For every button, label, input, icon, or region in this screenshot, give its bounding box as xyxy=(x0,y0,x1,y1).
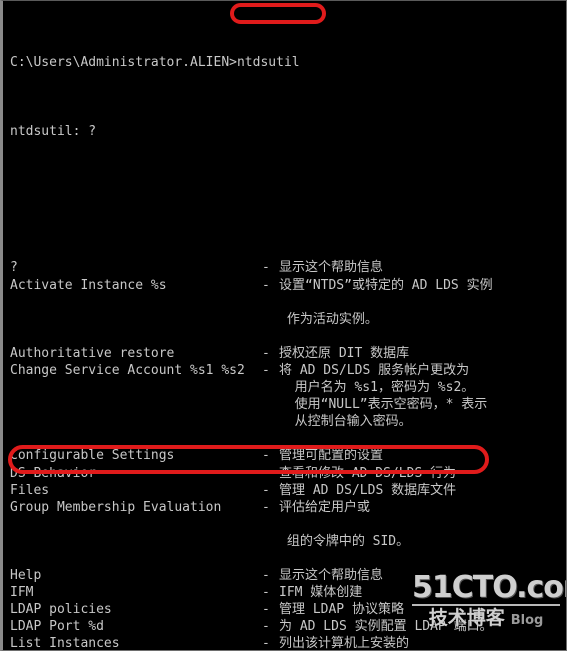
help-command-description: 评估给定用户或 xyxy=(279,499,371,515)
help-row-dash: - xyxy=(262,619,270,635)
help-row: Authoritative restore - 授权还原 DIT 数据库 xyxy=(10,345,566,362)
help-command-name: Configurable Settings xyxy=(10,448,175,464)
help-row: LDAP policies - 管理 LDAP 协议策略 xyxy=(10,601,566,618)
help-command-list: ? - 显示这个帮助信息 Activate Instance %s - 设置“NTDS”或… xyxy=(10,259,566,651)
help-command-description: 从控制台输入密码。 xyxy=(279,414,412,430)
help-command-description: 作为活动实例。 xyxy=(279,311,378,327)
help-command-description: 列出该计算机上安装的 xyxy=(279,636,410,651)
help-row: Group Membership Evaluation - 评估给定用户或 xyxy=(10,499,566,516)
help-row: Change Service Account %s1 %s2 - 将 AD DS/L… xyxy=(10,362,566,379)
help-row-dash: - xyxy=(262,465,270,481)
help-request-line: ntdsutil: ? xyxy=(10,123,97,139)
help-row: 使用“NULL”表示空密码，* 表示 xyxy=(10,396,566,413)
help-row-dash: - xyxy=(262,602,270,618)
help-command-description: 管理 AD DS/LDS 数据库文件 xyxy=(279,482,457,498)
help-row: ? - 显示这个帮助信息 xyxy=(10,259,566,276)
help-command-name: Change Service Account %s1 %s2 xyxy=(10,362,245,378)
prompt-line: C:\Users\Administrator.ALIEN>ntdsutil xyxy=(10,54,566,71)
help-row-dash: - xyxy=(262,345,270,361)
help-command-name: List Instances xyxy=(10,636,120,651)
help-row-dash: - xyxy=(262,585,270,601)
typed-command: ntdsutil xyxy=(236,55,300,71)
help-row-dash: - xyxy=(262,277,270,293)
help-row: List Instances - 列出该计算机上安装的 xyxy=(10,635,566,651)
help-command-name: DS Behavior xyxy=(10,465,97,481)
help-command-name: Authoritative restore xyxy=(10,345,175,361)
help-command-description: IFM 媒体创建 xyxy=(279,585,363,601)
help-row-dash: - xyxy=(262,482,270,498)
help-command-description: 显示这个帮助信息 xyxy=(279,260,384,276)
help-command-name: LDAP Port %d xyxy=(10,619,104,635)
help-row-dash: - xyxy=(262,362,270,378)
help-command-description: 显示这个帮助信息 xyxy=(279,568,384,584)
help-row: Help - 显示这个帮助信息 xyxy=(10,567,566,584)
help-command-name: LDAP policies xyxy=(10,602,112,618)
help-command-description: 管理 LDAP 协议策略 xyxy=(279,602,404,618)
help-row: 组的令牌中的 SID。 xyxy=(10,533,566,550)
console-output-area[interactable]: C:\Users\Administrator.ALIEN>ntdsutil nt… xyxy=(3,1,566,651)
help-row-dash: - xyxy=(262,636,270,651)
help-command-name: Activate Instance %s xyxy=(10,277,167,293)
help-row: 从控制台输入密码。 xyxy=(10,413,566,430)
help-row: 作为活动实例。 xyxy=(10,311,566,328)
help-command-description: 授权还原 DIT 数据库 xyxy=(279,345,410,361)
help-command-description: 组的令牌中的 SID。 xyxy=(279,533,410,549)
help-row-dash: - xyxy=(262,499,270,515)
help-command-name: Help xyxy=(10,568,42,584)
help-command-description: 为 AD LDS 实例配置 LDAP 端口。 xyxy=(279,619,493,635)
prompt-path: C:\Users\Administrator.ALIEN> xyxy=(10,55,237,71)
help-command-description: 设置“NTDS”或特定的 AD LDS 实例 xyxy=(279,277,493,293)
help-row: Configurable Settings - 管理可配置的设置 xyxy=(10,447,566,464)
help-command-name: Group Membership Evaluation xyxy=(10,499,222,515)
help-row: Activate Instance %s - 设置“NTDS”或特定的 AD LDS… xyxy=(10,277,566,294)
help-row-dash: - xyxy=(262,448,270,464)
help-command-description: 使用“NULL”表示空密码，* 表示 xyxy=(279,397,488,413)
help-row: Files - 管理 AD DS/LDS 数据库文件 xyxy=(10,482,566,499)
help-command-name: Files xyxy=(10,482,50,498)
help-row-dash: - xyxy=(262,568,270,584)
help-command-description: 查看和修改 AD DS/LDS 行为 xyxy=(279,465,457,481)
help-row: 用户名为 %s1，密码为 %s2。 xyxy=(10,379,566,396)
help-command-description: 管理可配置的设置 xyxy=(279,448,384,464)
help-row-dash: - xyxy=(262,260,270,276)
help-command-name: ? xyxy=(10,260,18,276)
help-command-description: 用户名为 %s1，密码为 %s2。 xyxy=(279,380,475,396)
help-row: DS Behavior - 查看和修改 AD DS/LDS 行为 xyxy=(10,465,566,482)
help-row: IFM - IFM 媒体创建 xyxy=(10,584,566,601)
help-command-name: IFM xyxy=(10,585,34,601)
command-prompt-window[interactable]: C:\Users\Administrator.ALIEN>ntdsutil nt… xyxy=(0,0,567,651)
help-row: LDAP Port %d - 为 AD LDS 实例配置 LDAP 端口。 xyxy=(10,618,566,635)
help-command-description: 将 AD DS/LDS 服务帐户更改为 xyxy=(279,362,470,378)
